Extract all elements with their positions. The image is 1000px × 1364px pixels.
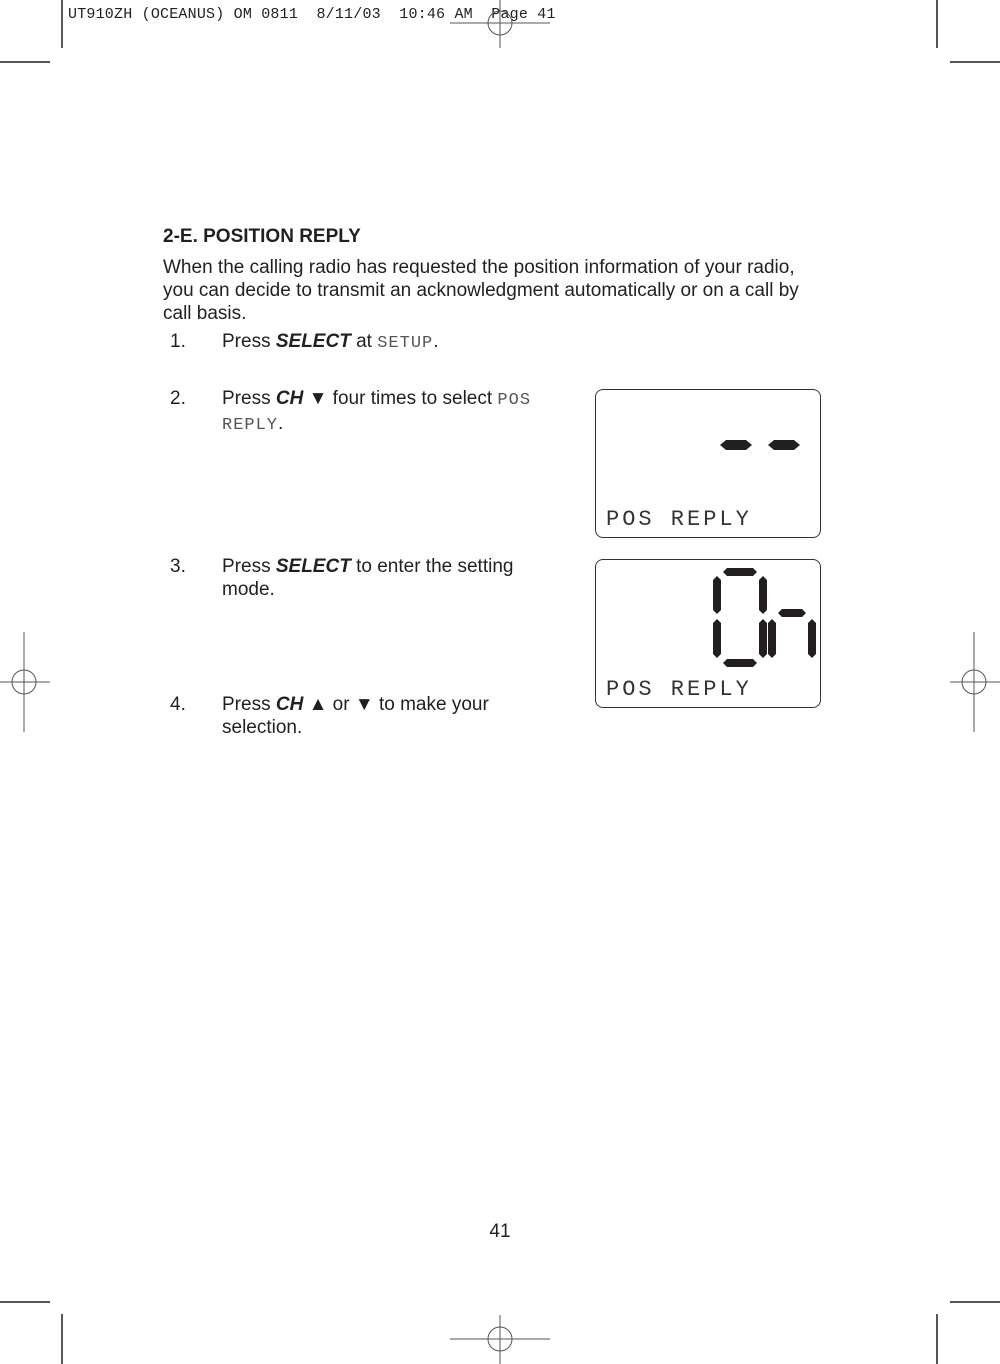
- registration-mark-bottom: [450, 1315, 550, 1364]
- lcd-segment: [808, 619, 816, 658]
- step-text-part: or: [327, 694, 355, 715]
- step-text: Press CH ▼ four times to select POS REPL…: [222, 387, 572, 437]
- lcd-display-on: POS REPLY: [595, 559, 821, 708]
- lcd-dash-segment: [768, 440, 800, 450]
- lcd-label: POS REPLY: [606, 507, 752, 532]
- step-text: Press CH ▲ or ▼ to make your selection.: [222, 693, 532, 739]
- registration-mark-left: [0, 632, 50, 732]
- key-ch: CH: [275, 694, 304, 715]
- lcd-segment: [723, 659, 757, 667]
- lcd-segment: [759, 619, 767, 658]
- lcd-segment: [713, 576, 721, 614]
- key-select: SELECT: [275, 556, 351, 577]
- lcd-segment: [723, 568, 757, 576]
- step-number: 1.: [170, 331, 186, 352]
- arrow-down-icon: ▼: [308, 388, 328, 409]
- lcd-segment: [778, 609, 806, 617]
- arrow-down-icon: ▼: [354, 694, 374, 715]
- section-heading: 2-E. POSITION REPLY: [163, 226, 361, 247]
- step-number: 2.: [170, 388, 186, 409]
- registration-mark-right: [950, 632, 1000, 732]
- lcd-label: POS REPLY: [606, 677, 752, 702]
- lcd-display-pos-reply: POS REPLY: [595, 389, 821, 538]
- crop-marks: [0, 0, 1000, 1364]
- step-text-part: .: [433, 331, 439, 352]
- step-text: Press SELECT to enter the setting mode.: [222, 555, 562, 601]
- section-intro: When the calling radio has requested the…: [163, 257, 799, 324]
- step-text-part: Press: [222, 388, 276, 409]
- step-text-part: Press: [222, 556, 276, 577]
- lcd-segment: [713, 619, 721, 658]
- step-text-part: at: [350, 331, 378, 352]
- step-text-part: Press: [222, 331, 276, 352]
- registration-mark-top: [450, 0, 550, 48]
- step-text-part: four times to select: [327, 388, 498, 409]
- step-text-part: Press: [222, 694, 276, 715]
- arrow-up-icon: ▲: [308, 694, 328, 715]
- step-number: 3.: [170, 556, 186, 577]
- page-number: 41: [489, 1221, 511, 1242]
- step-number: 4.: [170, 694, 186, 715]
- lcd-text-setup: SETUP: [377, 334, 434, 353]
- step-text-part: .: [278, 413, 284, 434]
- lcd-dash-segment: [720, 440, 752, 450]
- lcd-segment: [768, 619, 776, 658]
- lcd-segment: [759, 576, 767, 614]
- step-text: Press SELECT at SETUP.: [222, 330, 582, 355]
- key-select: SELECT: [275, 331, 351, 352]
- key-ch: CH: [275, 388, 304, 409]
